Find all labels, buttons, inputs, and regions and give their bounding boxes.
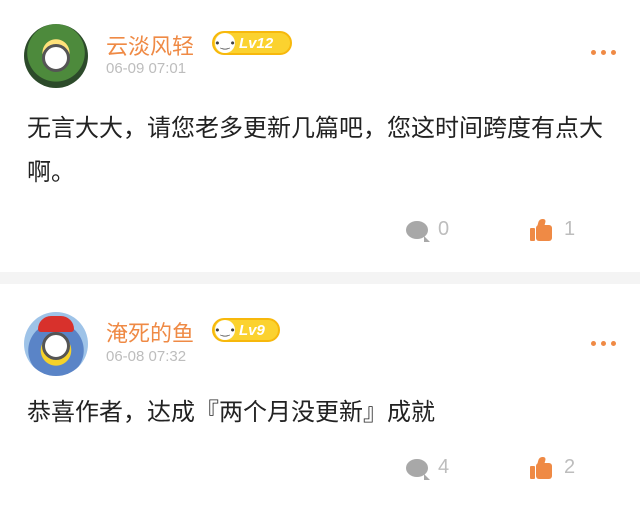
level-label: Lv9 [239,321,265,339]
level-badge-icon: •‿• [214,33,236,53]
comment-text: 无言大大，请您老多更新几篇吧，您这时间跨度有点大啊。 [27,114,603,186]
comment-card: 云淡风轻 •‿• Lv12 06-09 07:01 无言大大，请您老多更新几篇吧… [0,0,640,272]
avatar[interactable] [24,312,88,376]
level-badge: •‿• Lv9 [212,318,280,342]
comment-count: 0 [438,218,450,240]
thumbs-up-icon [530,218,554,241]
thumbs-up-icon [530,456,554,479]
comment-count: 4 [438,456,450,478]
username[interactable]: 云淡风轻 [106,29,194,61]
level-badge: •‿• Lv12 [212,31,292,55]
comment-icon [406,220,430,242]
like-count: 1 [564,218,576,240]
avatar[interactable] [24,24,88,88]
comment-card: 淹死的鱼 •‿• Lv9 06-08 07:32 恭喜作者，达成『两个月没更新』… [0,284,640,509]
username[interactable]: 淹死的鱼 [106,316,194,348]
comment-action[interactable]: 0 [406,218,450,242]
more-icon[interactable] [591,341,616,346]
timestamp: 06-08 07:32 [106,348,187,365]
level-badge-icon: •‿• [214,320,236,340]
more-icon[interactable] [591,50,616,55]
like-action[interactable]: 1 [530,218,575,241]
comment-action[interactable]: 4 [406,456,450,480]
like-action[interactable]: 2 [530,456,575,479]
comment-text: 恭喜作者，达成『两个月没更新』成就 [27,398,435,426]
level-label: Lv12 [239,34,274,52]
comment-icon [406,458,430,480]
like-count: 2 [564,456,576,478]
timestamp: 06-09 07:01 [106,60,187,77]
divider [0,272,640,284]
